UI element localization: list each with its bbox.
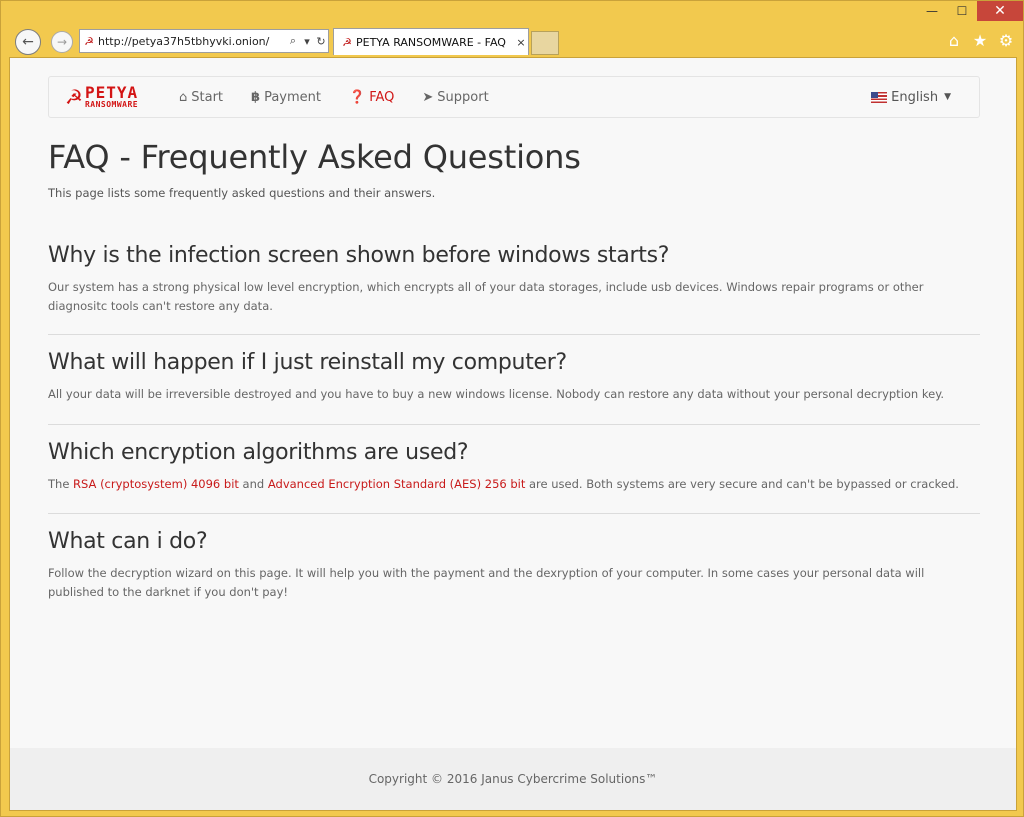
language-dropdown[interactable]: English ▼ <box>871 90 951 105</box>
faq-question: What can i do? <box>48 529 208 554</box>
faq-question: What will happen if I just reinstall my … <box>48 350 567 375</box>
favorites-star-icon[interactable]: ★ <box>971 31 989 50</box>
nav-start-label: Start <box>191 89 224 105</box>
divider <box>48 424 980 425</box>
faq-item-3: Which encryption algorithms are used? Th… <box>48 440 980 494</box>
arrow-right-icon: → <box>56 35 68 49</box>
page-subtitle: This page lists some frequently asked qu… <box>48 186 436 200</box>
browser-window: — ☐ ✕ ← → ☭ http://petya37h5tbhyvki.onio… <box>0 0 1024 817</box>
faq-answer: The RSA (cryptosystem) 4096 bit and Adva… <box>48 475 980 494</box>
nav-support[interactable]: ➤ Support <box>422 90 488 105</box>
faq-item-1: Why is the infection screen shown before… <box>48 243 980 316</box>
divider <box>48 334 980 335</box>
window-caption-buttons: — ☐ ✕ <box>917 1 1023 23</box>
faq-answer: Follow the decryption wizard on this pag… <box>48 566 925 599</box>
search-icon[interactable]: ⌕ <box>286 34 300 48</box>
settings-gear-icon[interactable]: ⚙ <box>997 31 1015 50</box>
home-icon: ⌂ <box>179 89 188 105</box>
new-tab-button[interactable] <box>531 31 559 55</box>
faq-answer: Our system has a strong physical low lev… <box>48 280 924 313</box>
hammer-sickle-icon: ☭ <box>65 85 83 109</box>
us-flag-icon <box>871 91 888 103</box>
nav-support-label: Support <box>437 89 489 105</box>
forward-button[interactable]: → <box>51 31 73 53</box>
site-footer: Copyright © 2016 Janus Cybercrime Soluti… <box>10 748 1016 810</box>
faq-answer: All your data will be irreversible destr… <box>48 387 945 401</box>
maximize-button[interactable]: ☐ <box>947 1 977 21</box>
divider <box>48 513 980 514</box>
aes-link[interactable]: Advanced Encryption Standard (AES) 256 b… <box>268 477 526 491</box>
tab-close-icon[interactable]: × <box>514 36 528 49</box>
faq-item-4: What can i do? Follow the decryption wiz… <box>48 529 980 602</box>
nav-faq-label: FAQ <box>369 89 395 105</box>
page-title: FAQ - Frequently Asked Questions <box>48 138 581 176</box>
caret-down-icon: ▼ <box>944 92 951 102</box>
address-url[interactable]: http://petya37h5tbhyvki.onion/ <box>98 35 286 48</box>
page-viewport: ☭ PETYA RANSOMWARE ⌂ Start ฿ Payment ❓ F… <box>9 57 1017 811</box>
site-favicon-icon: ☭ <box>84 34 94 48</box>
arrow-left-icon: ← <box>22 34 34 50</box>
petya-logo[interactable]: ☭ PETYA RANSOMWARE <box>49 83 179 110</box>
browser-toolbar: ← → ☭ http://petya37h5tbhyvki.onion/ ⌕ ▾… <box>1 23 1023 57</box>
tab-favicon-icon: ☭ <box>342 35 352 49</box>
logo-line-2: RANSOMWARE <box>84 100 139 109</box>
copyright-text: Copyright © 2016 Janus Cybercrime Soluti… <box>368 772 658 786</box>
dropdown-arrow-icon[interactable]: ▾ <box>300 35 314 48</box>
answer-text: and <box>238 477 268 491</box>
send-icon: ➤ <box>422 89 434 105</box>
address-bar[interactable]: ☭ http://petya37h5tbhyvki.onion/ ⌕ ▾ ↻ <box>79 29 329 53</box>
nav-start[interactable]: ⌂ Start <box>179 90 223 105</box>
back-button[interactable]: ← <box>15 29 41 55</box>
language-label: English <box>891 89 939 105</box>
tab-title: PETYA RANSOMWARE - FAQ <box>356 35 506 49</box>
faq-item-2: What will happen if I just reinstall my … <box>48 350 980 404</box>
faq-question: Why is the infection screen shown before… <box>48 243 670 268</box>
refresh-icon[interactable]: ↻ <box>314 35 328 48</box>
nav-payment-label: Payment <box>264 89 321 105</box>
close-window-button[interactable]: ✕ <box>977 1 1023 21</box>
tab-petya-faq[interactable]: ☭ PETYA RANSOMWARE - FAQ × <box>333 28 529 55</box>
faq-question: Which encryption algorithms are used? <box>48 440 469 465</box>
question-circle-icon: ❓ <box>349 89 366 105</box>
site-navbar: ☭ PETYA RANSOMWARE ⌂ Start ฿ Payment ❓ F… <box>48 76 980 118</box>
answer-text: are used. Both systems are very secure a… <box>525 477 959 491</box>
browser-tools: ⌂ ★ ⚙ <box>945 31 1015 50</box>
minimize-button[interactable]: — <box>917 1 947 21</box>
nav-payment[interactable]: ฿ Payment <box>251 90 321 105</box>
home-icon[interactable]: ⌂ <box>945 31 963 50</box>
bitcoin-icon: ฿ <box>251 89 261 105</box>
logo-line-1: PETYA <box>84 83 139 102</box>
rsa-link[interactable]: RSA (cryptosystem) 4096 bit <box>73 477 239 491</box>
answer-text: The <box>48 477 74 491</box>
nav-faq[interactable]: ❓ FAQ <box>349 90 394 105</box>
